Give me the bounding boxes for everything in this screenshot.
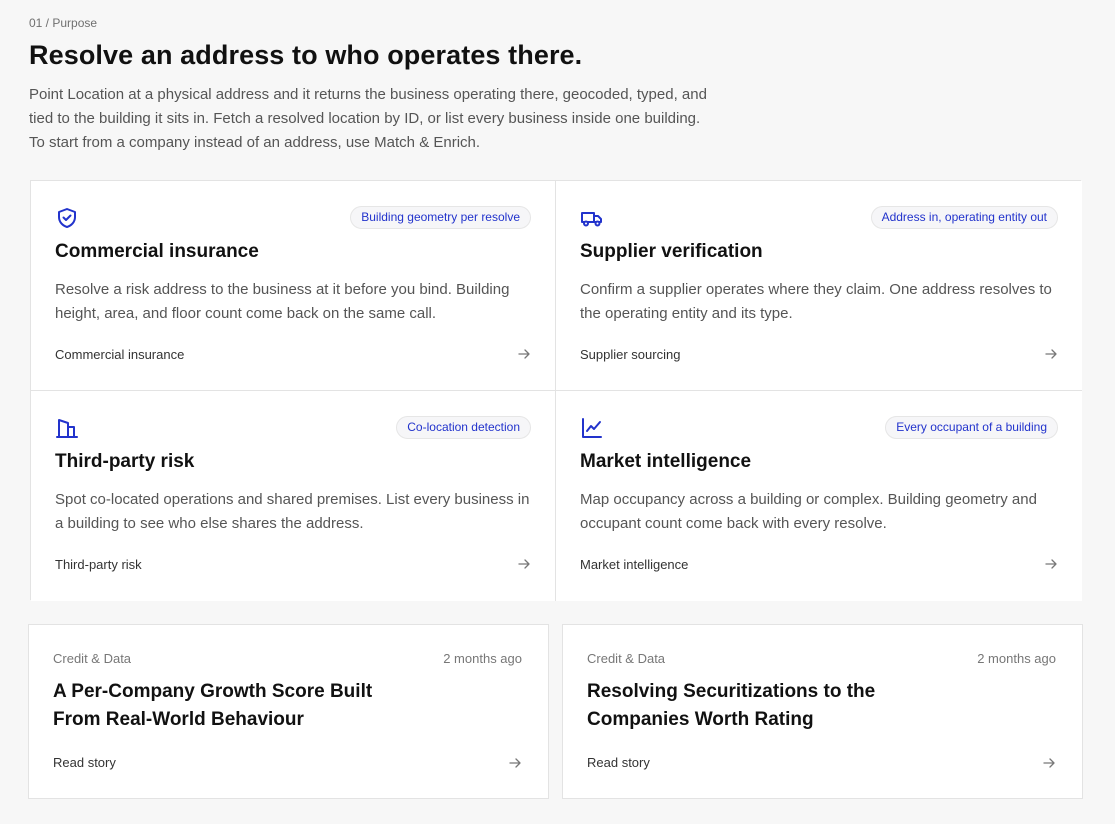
card-title: Commercial insurance bbox=[55, 241, 259, 262]
card-badge: Building geometry per resolve bbox=[350, 206, 531, 229]
card-badge: Co-location detection bbox=[396, 416, 531, 439]
story-category: Credit & Data bbox=[53, 651, 132, 666]
arrow-right-icon[interactable] bbox=[508, 756, 522, 770]
use-case-card-supplier-verification[interactable]: Address in, operating entity out Supplie… bbox=[556, 181, 1082, 391]
card-title: Supplier verification bbox=[580, 241, 763, 262]
arrow-right-icon[interactable] bbox=[517, 347, 531, 361]
arrow-right-icon[interactable] bbox=[1044, 557, 1058, 571]
card-link[interactable]: Supplier sourcing bbox=[580, 347, 680, 362]
card-badge: Every occupant of a building bbox=[885, 416, 1058, 439]
card-description: Resolve a risk address to the business a… bbox=[55, 281, 510, 322]
card-description: Map occupancy across a building or compl… bbox=[580, 491, 1037, 532]
line-chart-icon bbox=[582, 418, 602, 438]
card-description: Confirm a supplier operates where they c… bbox=[580, 281, 1052, 322]
card-badge: Address in, operating entity out bbox=[870, 206, 1058, 229]
story-title[interactable]: A Per-Company Growth Score Built From Re… bbox=[53, 678, 393, 734]
card-title: Market intelligence bbox=[580, 451, 752, 472]
card-link[interactable]: Market intelligence bbox=[580, 557, 688, 572]
shield-check-icon bbox=[58, 208, 76, 228]
use-case-card-commercial-insurance[interactable]: Building geometry per resolve Commercial… bbox=[31, 181, 556, 391]
story-card[interactable]: Credit & Data 2 months ago A Per-Company… bbox=[28, 624, 549, 799]
eyebrow: 01 / Purpose bbox=[29, 16, 98, 30]
arrow-right-icon[interactable] bbox=[1042, 756, 1056, 770]
use-case-card-market-intelligence[interactable]: Every occupant of a building Market inte… bbox=[556, 391, 1082, 601]
story-category: Credit & Data bbox=[587, 651, 666, 666]
arrow-right-icon[interactable] bbox=[517, 557, 531, 571]
building-icon bbox=[56, 419, 78, 438]
read-story-link[interactable]: Read story bbox=[53, 755, 116, 770]
card-description: Spot co-located operations and shared pr… bbox=[55, 491, 530, 532]
card-link[interactable]: Third-party risk bbox=[55, 557, 142, 572]
card-title: Third-party risk bbox=[55, 451, 195, 472]
use-case-card-third-party-risk[interactable]: Co-location detection Third-party risk S… bbox=[31, 391, 556, 601]
story-title[interactable]: Resolving Securitizations to the Compani… bbox=[587, 678, 927, 734]
read-story-link[interactable]: Read story bbox=[587, 755, 650, 770]
page-lede: Point Location at a physical address and… bbox=[29, 86, 707, 151]
page-title: Resolve an address to who operates there… bbox=[29, 40, 583, 70]
truck-icon bbox=[581, 212, 602, 227]
story-time: 2 months ago bbox=[977, 651, 1056, 666]
use-case-grid: Building geometry per resolve Commercial… bbox=[30, 180, 1082, 601]
card-link[interactable]: Commercial insurance bbox=[55, 347, 184, 362]
story-card[interactable]: Credit & Data 2 months ago Resolving Sec… bbox=[562, 624, 1083, 799]
arrow-right-icon[interactable] bbox=[1044, 347, 1058, 361]
story-time: 2 months ago bbox=[443, 651, 522, 666]
